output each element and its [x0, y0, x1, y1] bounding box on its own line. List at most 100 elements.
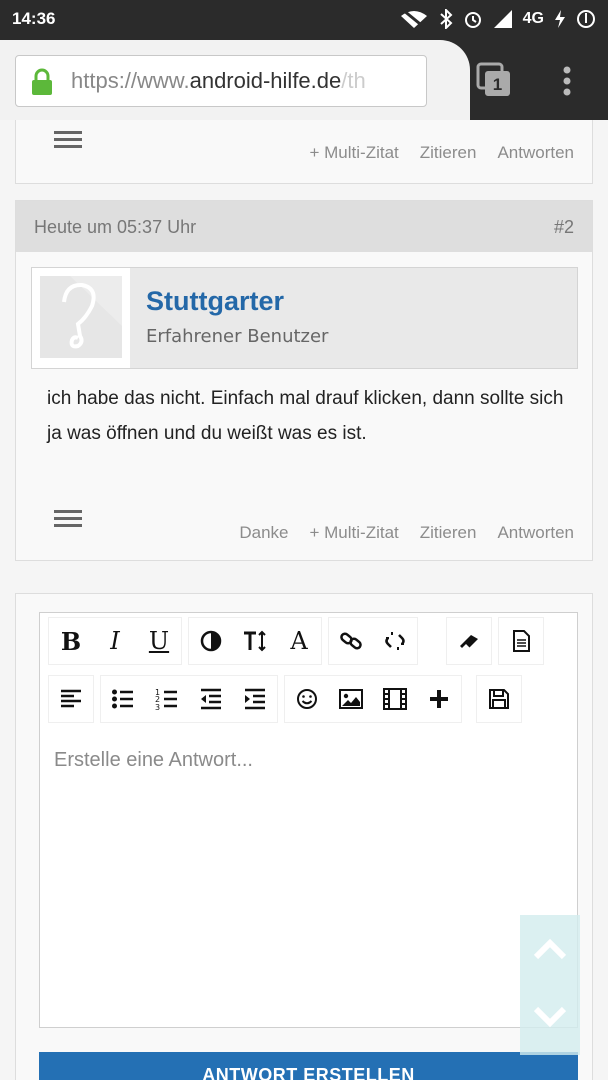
- reply-button[interactable]: Antworten: [497, 143, 574, 163]
- status-icons: 4G: [399, 8, 596, 30]
- text-style-group: B I U: [48, 617, 182, 665]
- scroll-navigation: [520, 915, 580, 1055]
- username-link[interactable]: Stuttgarter: [146, 286, 284, 317]
- save-group: [476, 675, 522, 723]
- outdent-icon: [201, 688, 221, 710]
- post-message: ich habe das nicht. Einfach mal drauf kl…: [47, 388, 564, 444]
- post-1: + Multi-Zitat Zitieren Antworten: [15, 120, 593, 184]
- wifi-off-icon: [400, 8, 427, 30]
- post-2: Heute um 05:37 Uhr #2 Stuttgarter Erfahr…: [15, 200, 593, 561]
- editor-toolbar-row-1: B I U A: [48, 617, 544, 665]
- align-group: [48, 675, 94, 723]
- quote-button[interactable]: Zitieren: [420, 143, 477, 163]
- bold-button[interactable]: B: [49, 618, 93, 664]
- avatar[interactable]: [32, 268, 130, 368]
- list-bullet-icon: [112, 689, 133, 709]
- more-insert-button[interactable]: [417, 676, 461, 722]
- insert-image-button[interactable]: [329, 676, 373, 722]
- reply-button[interactable]: Antworten: [497, 523, 574, 543]
- outdent-button[interactable]: [189, 676, 233, 722]
- svg-text:3: 3: [155, 703, 160, 711]
- data-saver-icon: [577, 10, 595, 28]
- list-group: 1 2 3: [100, 675, 278, 723]
- numbered-list-button[interactable]: 1 2 3: [145, 676, 189, 722]
- bullet-list-button[interactable]: [101, 676, 145, 722]
- insert-group: [284, 675, 462, 723]
- quote-button[interactable]: Zitieren: [420, 523, 477, 543]
- multi-quote-button[interactable]: + Multi-Zitat: [309, 523, 398, 543]
- post-menu-icon[interactable]: [54, 510, 82, 528]
- editor-toolbar-row-2: 1 2 3: [48, 675, 522, 723]
- unlink-icon: [385, 632, 405, 650]
- insert-link-button[interactable]: [329, 618, 373, 664]
- color-contrast-icon: [200, 630, 222, 652]
- lock-icon: [32, 68, 52, 95]
- multi-quote-button[interactable]: + Multi-Zitat: [309, 143, 398, 163]
- status-time: 14:36: [12, 9, 56, 28]
- image-icon: [339, 689, 363, 709]
- page-content: + Multi-Zitat Zitieren Antworten Heute u…: [0, 120, 608, 1080]
- link-group: [328, 617, 418, 665]
- list-numbered-icon: 1 2 3: [155, 688, 177, 711]
- font-size-button[interactable]: [233, 618, 277, 664]
- bluetooth-icon: [439, 9, 453, 29]
- post-2-actions: Danke + Multi-Zitat Zitieren Antworten: [239, 523, 574, 543]
- smiley-icon: [297, 689, 317, 709]
- url-text: https://www.android-hilfe.de/th: [71, 68, 366, 94]
- save-draft-button[interactable]: [477, 676, 521, 722]
- post-header: Heute um 05:37 Uhr #2: [16, 201, 592, 252]
- thanks-button[interactable]: Danke: [239, 523, 288, 543]
- misc-group-2: [498, 617, 544, 665]
- font-group: A: [188, 617, 322, 665]
- source-view-button[interactable]: [499, 618, 543, 664]
- align-button[interactable]: [49, 676, 93, 722]
- italic-button[interactable]: I: [93, 618, 137, 664]
- post-date: Heute um 05:37 Uhr: [34, 217, 197, 237]
- tab-count: 1: [493, 75, 502, 94]
- post-menu-icon[interactable]: [54, 131, 82, 149]
- url-suffix: /th: [341, 68, 366, 93]
- reply-textarea[interactable]: Erstelle eine Antwort...: [40, 731, 577, 1027]
- post-1-actions: + Multi-Zitat Zitieren Antworten: [309, 143, 574, 163]
- status-bar: 14:36 4G: [0, 0, 608, 40]
- network-label: 4G: [522, 10, 544, 27]
- signal-icon: [493, 10, 512, 28]
- smilie-button[interactable]: [285, 676, 329, 722]
- scroll-up-icon[interactable]: [532, 933, 568, 963]
- url-bar[interactable]: https://www.android-hilfe.de/th: [15, 55, 427, 107]
- misc-group-1: [446, 617, 492, 665]
- rich-text-editor: B I U A 1 2 3 Erstelle eine Antwort...: [39, 612, 578, 1028]
- post-number[interactable]: #2: [554, 217, 574, 238]
- browser-toolbar: https://www.android-hilfe.de/th 1: [0, 40, 608, 120]
- browser-menu-button[interactable]: [560, 66, 574, 96]
- underline-button[interactable]: U: [137, 618, 181, 664]
- avatar-placeholder: [40, 276, 122, 358]
- indent-button[interactable]: [233, 676, 277, 722]
- eraser-icon: [460, 635, 478, 648]
- link-icon: [340, 632, 362, 650]
- font-family-button[interactable]: A: [277, 618, 321, 664]
- floppy-disk-icon: [489, 689, 509, 709]
- remove-link-button[interactable]: [373, 618, 417, 664]
- text-color-button[interactable]: [189, 618, 233, 664]
- more-vert-icon: [563, 66, 571, 96]
- url-domain: android-hilfe.de: [189, 68, 342, 93]
- charging-icon: [555, 10, 565, 28]
- document-icon: [513, 630, 530, 652]
- tab-switcher-button[interactable]: 1: [476, 62, 512, 98]
- reply-placeholder: Erstelle eine Antwort...: [54, 749, 253, 771]
- align-left-icon: [61, 689, 81, 708]
- submit-reply-button[interactable]: ANTWORT ERSTELLEN: [39, 1052, 578, 1080]
- remove-format-button[interactable]: [447, 618, 491, 664]
- scroll-down-icon[interactable]: [532, 1003, 568, 1033]
- text-height-icon: [244, 630, 266, 652]
- film-icon: [383, 688, 407, 710]
- alarm-icon: [464, 12, 481, 28]
- plus-icon: [430, 690, 448, 708]
- insert-media-button[interactable]: [373, 676, 417, 722]
- user-info: Stuttgarter Erfahrener Benutzer: [31, 267, 578, 369]
- reply-form: B I U A 1 2 3 Erstelle eine Antwort... A…: [15, 593, 593, 1080]
- url-prefix: https://www.: [71, 68, 190, 93]
- indent-icon: [245, 688, 265, 710]
- tab-switcher-icon: 1: [476, 62, 510, 96]
